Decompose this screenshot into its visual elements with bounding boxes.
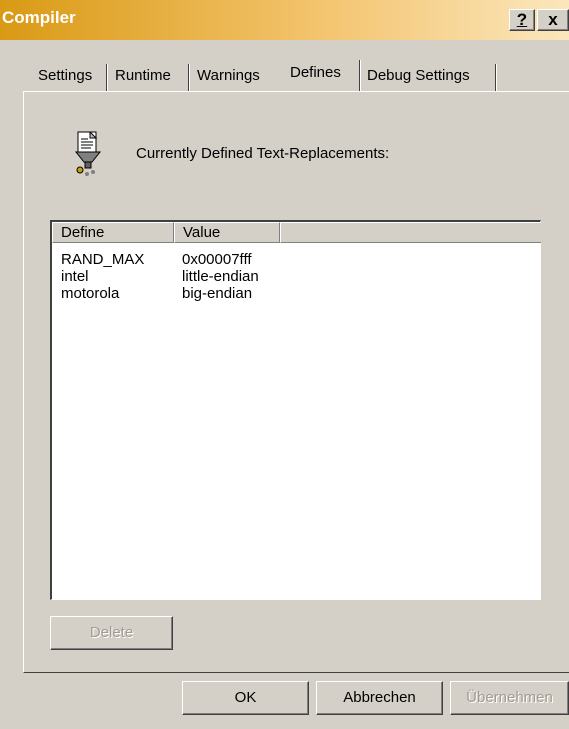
define-value: 0x00007fff [182,251,252,268]
document-funnel-icon [72,130,104,178]
column-header-define[interactable]: Define [52,222,174,243]
tab-warnings[interactable]: Warnings [191,64,266,90]
column-header-empty[interactable] [280,222,541,243]
tab-separator [188,64,190,91]
list-item[interactable]: RAND_MAX 0x00007fff [52,251,541,268]
defines-list[interactable]: Define Value RAND_MAX 0x00007fff intel l… [50,220,541,600]
column-header-value[interactable]: Value [174,222,280,243]
apply-button[interactable]: Übernehmen [450,681,569,715]
page-heading: Currently Defined Text-Replacements: [136,145,390,162]
tab-separator [495,64,497,91]
define-name: RAND_MAX [61,251,145,268]
close-button[interactable]: x [537,9,569,31]
define-value: little-endian [182,268,259,285]
window-title: Compiler [2,8,76,27]
define-value: big-endian [182,285,253,302]
delete-button[interactable]: Delete [50,616,173,650]
tab-separator [106,64,108,91]
tab-defines[interactable]: Defines [282,58,349,90]
tab-settings[interactable]: Settings [32,64,98,90]
define-name: intel [61,268,89,285]
list-item[interactable]: intel little-endian [52,268,541,285]
title-bar[interactable]: Compiler ? x [0,0,569,40]
tab-debug-settings[interactable]: Debug Settings [361,64,476,90]
cancel-button[interactable]: Abbrechen [316,681,443,715]
tab-runtime[interactable]: Runtime [109,64,177,90]
define-name: motorola [61,285,120,302]
ok-button[interactable]: OK [182,681,309,715]
list-item[interactable]: motorola big-endian [52,285,541,302]
help-button[interactable]: ? [509,9,535,31]
list-header: Define Value [52,222,541,243]
